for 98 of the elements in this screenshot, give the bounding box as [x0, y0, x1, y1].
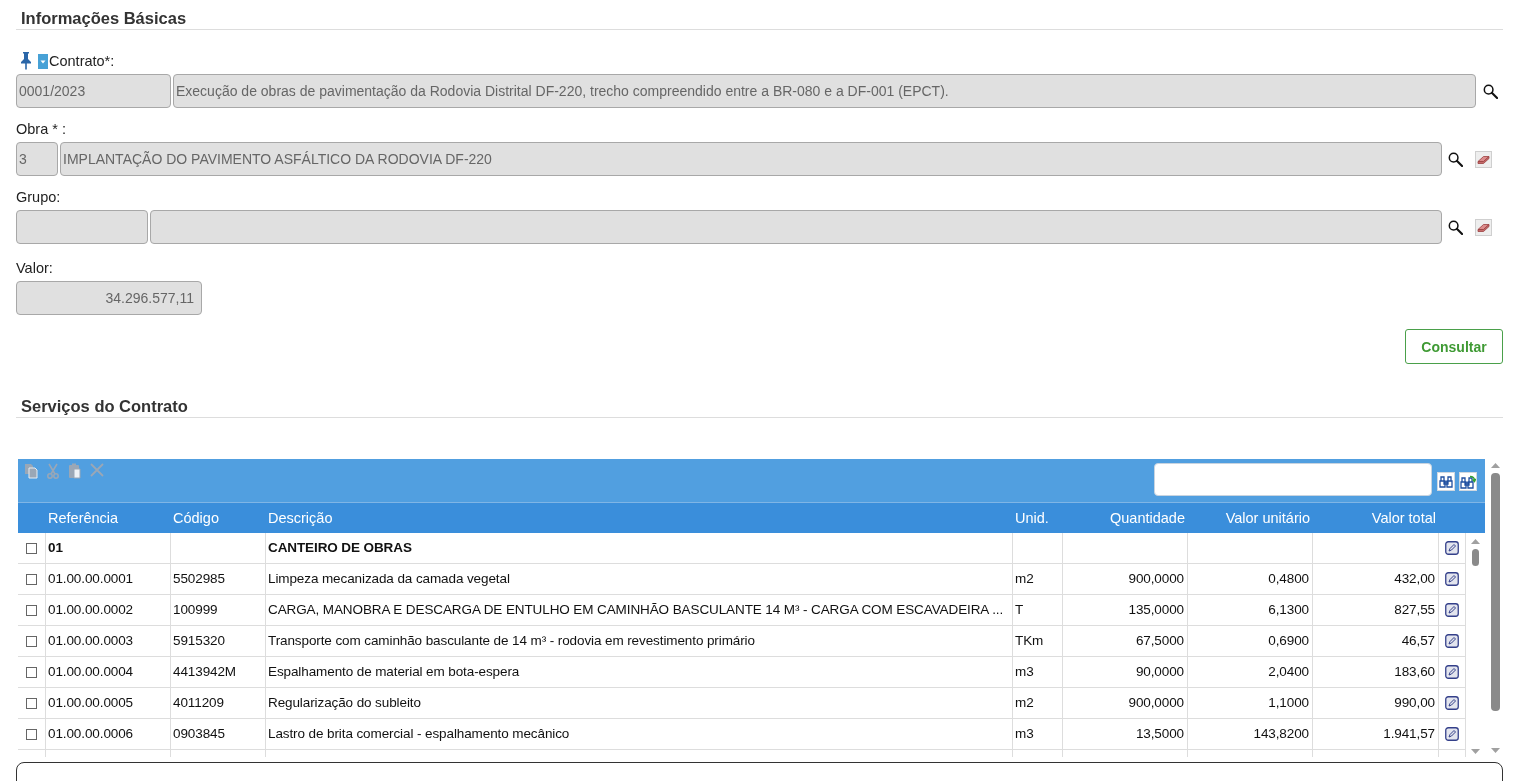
- find-next-button[interactable]: [1459, 472, 1477, 491]
- edit-icon[interactable]: [1445, 696, 1459, 710]
- edit-icon[interactable]: [1445, 634, 1459, 648]
- table-cell: CARGA, MANOBRA E DESCARGA DE ENTULHO EM CAMINHÃO BASCULANTE 14 M³ - CARGA COM ESCAVADEIRA ...: [266, 595, 1013, 626]
- search-field[interactable]: [1154, 463, 1432, 496]
- search-icon[interactable]: [1483, 83, 1498, 99]
- column-header: Referência: [47, 509, 120, 528]
- row-checkbox[interactable]: [26, 697, 37, 709]
- column-header: Código: [172, 509, 220, 528]
- field-label: Grupo:: [16, 189, 61, 205]
- field-label: Contrato*:: [49, 53, 115, 69]
- table-cell: 5915320: [171, 626, 266, 657]
- section-title: Serviços do Contrato: [21, 396, 188, 416]
- code-field[interactable]: [16, 210, 148, 244]
- table-cell: 1,1000: [1188, 688, 1313, 719]
- column-header: Valor total: [1370, 509, 1437, 528]
- table-cell: CANTEIRO DE OBRAS: [266, 533, 1013, 564]
- table-cell: 01.00.00.0005: [46, 688, 171, 719]
- table-cell: 0903845: [171, 719, 266, 750]
- scroll-up-arrow-icon[interactable]: [1491, 463, 1500, 468]
- value-field[interactable]: 34.296.577,11: [16, 281, 202, 315]
- table-cell: 900,0000: [1063, 564, 1188, 595]
- table-cell: Regularização do subleito: [266, 688, 1013, 719]
- row-checkbox[interactable]: [26, 542, 37, 554]
- table-cell: 6,1300: [1188, 595, 1313, 626]
- column-header: Quantidade: [1109, 509, 1186, 528]
- table-cell: Transporte com caminhão basculante de 14 m³ - rodovia em revestimento primário: [266, 626, 1013, 657]
- table-cell: m3: [1013, 657, 1063, 688]
- row-checkbox[interactable]: [26, 573, 37, 585]
- table-cell: 46,57: [1313, 626, 1439, 657]
- find-button[interactable]: [1437, 472, 1455, 491]
- table-cell: 01.00.00.0002: [46, 595, 171, 626]
- table-cell: 0,4800: [1188, 564, 1313, 595]
- scroll-down-arrow-icon[interactable]: [1471, 749, 1480, 754]
- edit-icon[interactable]: [1445, 665, 1459, 679]
- table-cell: 135,0000: [1063, 595, 1188, 626]
- table-cell: 0,6900: [1188, 626, 1313, 657]
- dropdown-icon[interactable]: [38, 53, 48, 69]
- table-cell: 01.00.00.0003: [46, 626, 171, 657]
- description-field[interactable]: IMPLANTAÇÃO DO PAVIMENTO ASFÁLTICO DA RODOVIA DF-220: [60, 142, 1442, 176]
- binoculars-icon: [1439, 475, 1453, 488]
- table-cell: 67,5000: [1063, 626, 1188, 657]
- table-cell: Lastro de brita comercial - espalhamento mecânico: [266, 719, 1013, 750]
- table-cell: 13,5000: [1063, 719, 1188, 750]
- search-icon[interactable]: [1448, 151, 1463, 167]
- pin-icon[interactable]: [20, 52, 32, 70]
- description-field[interactable]: [150, 210, 1442, 244]
- table-cell: 827,55: [1313, 595, 1439, 626]
- table-cell: m2: [1013, 688, 1063, 719]
- table-cell: m2: [1013, 564, 1063, 595]
- scroll-down-arrow-icon[interactable]: [1491, 748, 1500, 753]
- table-cell: 1.941,57: [1313, 719, 1439, 750]
- table-cell: 4011209: [171, 688, 266, 719]
- table-cell: T: [1013, 595, 1063, 626]
- edit-icon[interactable]: [1445, 541, 1459, 555]
- edit-icon[interactable]: [1445, 603, 1459, 617]
- table-cell: 4413942M: [171, 657, 266, 688]
- table-cell: 2,0400: [1188, 657, 1313, 688]
- row-checkbox[interactable]: [26, 666, 37, 678]
- column-header: Valor unitário: [1224, 509, 1311, 528]
- edit-icon[interactable]: [1445, 572, 1459, 586]
- description-field[interactable]: Execução de obras de pavimentação da Rodovia Distrital DF-220, trecho compreendido entre a BR-080 e a DF-001 (EPCT).: [173, 74, 1476, 108]
- table-cell: 183,60: [1313, 657, 1439, 688]
- table-cell: TKm: [1013, 626, 1063, 657]
- row-checkbox[interactable]: [26, 635, 37, 647]
- edit-icon[interactable]: [1445, 727, 1459, 741]
- table-cell: 432,00: [1313, 564, 1439, 595]
- code-field[interactable]: 3: [16, 142, 58, 176]
- table-cell: 990,00: [1313, 688, 1439, 719]
- column-header: Unid.: [1014, 509, 1050, 528]
- scrollbar-thumb[interactable]: [1491, 473, 1500, 711]
- field-label: Obra * :: [16, 121, 66, 137]
- section-title: Informações Básicas: [21, 8, 187, 28]
- table-cell: 01: [46, 533, 171, 564]
- table-cell: 01.00.00.0004: [46, 657, 171, 688]
- column-header: Descrição: [267, 509, 334, 528]
- code-field[interactable]: 0001/2023: [16, 74, 171, 108]
- table-cell: 01.00.00.0001: [46, 564, 171, 595]
- table-cell: m3: [1013, 719, 1063, 750]
- field-label: Valor:: [16, 260, 53, 276]
- eraser-icon[interactable]: [1475, 218, 1492, 236]
- table-cell: [1013, 533, 1063, 564]
- table-cell: 01.00.00.0006: [46, 719, 171, 750]
- row-checkbox[interactable]: [26, 728, 37, 740]
- table-cell: 90,0000: [1063, 657, 1188, 688]
- table-cell: 100999: [171, 595, 266, 626]
- table-cell: 143,8200: [1188, 719, 1313, 750]
- table-cell: Espalhamento de material em bota-espera: [266, 657, 1013, 688]
- table-cell: 5502985: [171, 564, 266, 595]
- table-cell: Limpeza mecanizada da camada vegetal: [266, 564, 1013, 595]
- eraser-icon[interactable]: [1475, 150, 1492, 168]
- binoculars-arrow-icon: [1460, 474, 1476, 489]
- scroll-up-arrow-icon[interactable]: [1471, 539, 1480, 544]
- consult-button[interactable]: Consultar: [1405, 329, 1503, 364]
- search-icon[interactable]: [1448, 219, 1463, 235]
- row-checkbox[interactable]: [26, 604, 37, 616]
- table-cell: 900,0000: [1063, 688, 1188, 719]
- scrollbar-thumb[interactable]: [1472, 549, 1479, 566]
